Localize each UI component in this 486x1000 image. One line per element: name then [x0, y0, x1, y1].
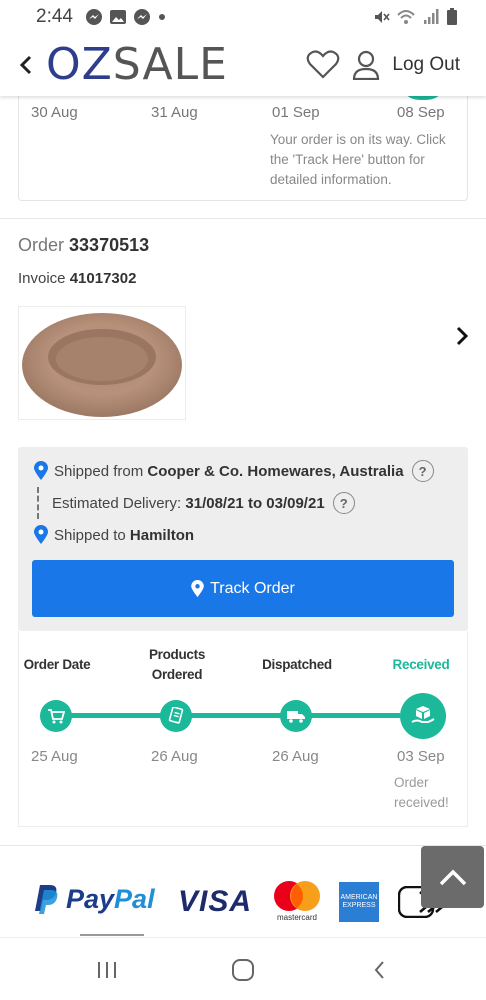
order-number: 33370513: [69, 235, 150, 255]
home-button[interactable]: [228, 956, 258, 984]
invoice-number: 41017302: [69, 270, 137, 287]
track-order-label: Track Order: [210, 579, 295, 597]
visa-logo: VISA: [178, 885, 253, 918]
step-dot-received: [400, 693, 446, 739]
paypal-pal: Pal: [114, 883, 155, 914]
step-dot-dispatched: [280, 700, 312, 732]
battery-icon: [447, 8, 457, 25]
chevron-right-icon[interactable]: [450, 324, 474, 348]
document-icon: [168, 707, 184, 724]
amex-logo: AMERICAN EXPRESS: [339, 882, 379, 922]
logo-sale: SALE: [112, 39, 228, 90]
location-pin-icon: [191, 579, 204, 597]
step-dot-products-ordered: [160, 700, 192, 732]
mastercard-label: mastercard: [276, 913, 317, 922]
app-header: OZSALE Log Out: [0, 34, 486, 96]
estimated-delivery-row: Estimated Delivery: 31/08/21 to 03/09/21…: [52, 492, 355, 514]
logo-oz: OZ: [46, 39, 113, 90]
paypal-logo: PayPal: [34, 883, 155, 915]
dot-icon: [158, 14, 165, 20]
previous-date: 01 Sep: [272, 104, 320, 121]
received-note: Order received!: [394, 775, 449, 810]
logout-button[interactable]: Log Out: [392, 54, 460, 76]
recent-apps-icon: [98, 962, 116, 978]
delivery-value: 31/08/21 to 03/09/21: [185, 494, 325, 512]
wifi-icon: [397, 10, 415, 24]
step-date: 26 Aug: [272, 748, 319, 765]
home-icon: [232, 959, 254, 981]
chevron-left-icon: [19, 55, 32, 75]
system-nav-bar: [0, 937, 486, 1000]
back-arrow-icon: [374, 961, 384, 979]
paypal-icon: [35, 885, 58, 914]
help-icon[interactable]: ?: [411, 460, 434, 482]
messenger-icon: [85, 9, 102, 25]
divider: [0, 218, 486, 219]
shipped-from-label: Shipped from: [54, 462, 144, 480]
order-label: Order: [18, 235, 65, 255]
system-back-button[interactable]: [364, 956, 394, 984]
shipped-from-row: Shipped from Cooper & Co. Homewares, Aus…: [34, 460, 434, 482]
location-pin-icon: [34, 461, 48, 480]
shipped-to-value: Hamilton: [129, 526, 195, 544]
cart-icon: [48, 709, 65, 724]
route-dashes: [37, 487, 39, 519]
previous-order-note: Your order is on its way. Click the 'Tra…: [270, 132, 446, 187]
invoice: Invoice 41017302: [18, 270, 136, 287]
previous-date: 08 Sep: [397, 104, 445, 121]
scroll-to-top-button[interactable]: [421, 846, 484, 908]
step-label-dispatched: Dispatched: [262, 657, 332, 672]
signal-icon: [424, 9, 439, 24]
messenger-icon: [133, 9, 150, 25]
ozsale-logo[interactable]: OZSALE: [46, 43, 228, 87]
status-time: 2:44: [36, 6, 73, 27]
status-bar: 2:44: [0, 0, 486, 34]
gallery-icon: [109, 10, 126, 24]
recent-apps-button[interactable]: [92, 956, 122, 984]
user-icon[interactable]: [352, 50, 380, 80]
step-label-products-ordered: Products Ordered: [148, 647, 206, 682]
invoice-label: Invoice: [18, 270, 66, 287]
truck-icon: [287, 711, 305, 723]
step-date: 03 Sep: [397, 748, 445, 765]
pet-bed-image: [22, 313, 182, 417]
step-label-order-date: Order Date: [23, 657, 91, 672]
location-pin-icon: [34, 525, 48, 544]
step-label-received: Received: [392, 657, 450, 672]
track-order-button[interactable]: Track Order: [32, 560, 454, 617]
order-title: Order 33370513: [18, 235, 149, 256]
back-button[interactable]: [6, 45, 46, 85]
step-dot-order-date: [40, 700, 72, 732]
step-date: 26 Aug: [151, 748, 198, 765]
previous-date: 31 Aug: [151, 104, 198, 121]
progress-line: [60, 713, 400, 718]
previous-date: 30 Aug: [31, 104, 78, 121]
tab-indicator: [80, 934, 144, 936]
help-icon[interactable]: ?: [332, 492, 355, 514]
mute-icon: [375, 11, 390, 23]
package-hand-icon: [411, 706, 435, 723]
step-date: 25 Aug: [31, 748, 78, 765]
paypal-pay: Pay: [66, 883, 115, 914]
delivery-label: Estimated Delivery:: [52, 494, 182, 512]
chevron-up-icon: [439, 869, 466, 886]
shipped-to-row: Shipped to Hamilton: [34, 525, 194, 545]
shipped-from-value: Cooper & Co. Homewares, Australia: [147, 462, 404, 480]
product-thumbnail[interactable]: [18, 306, 186, 420]
heart-icon[interactable]: [306, 50, 340, 80]
shipped-to-label: Shipped to: [54, 526, 126, 544]
